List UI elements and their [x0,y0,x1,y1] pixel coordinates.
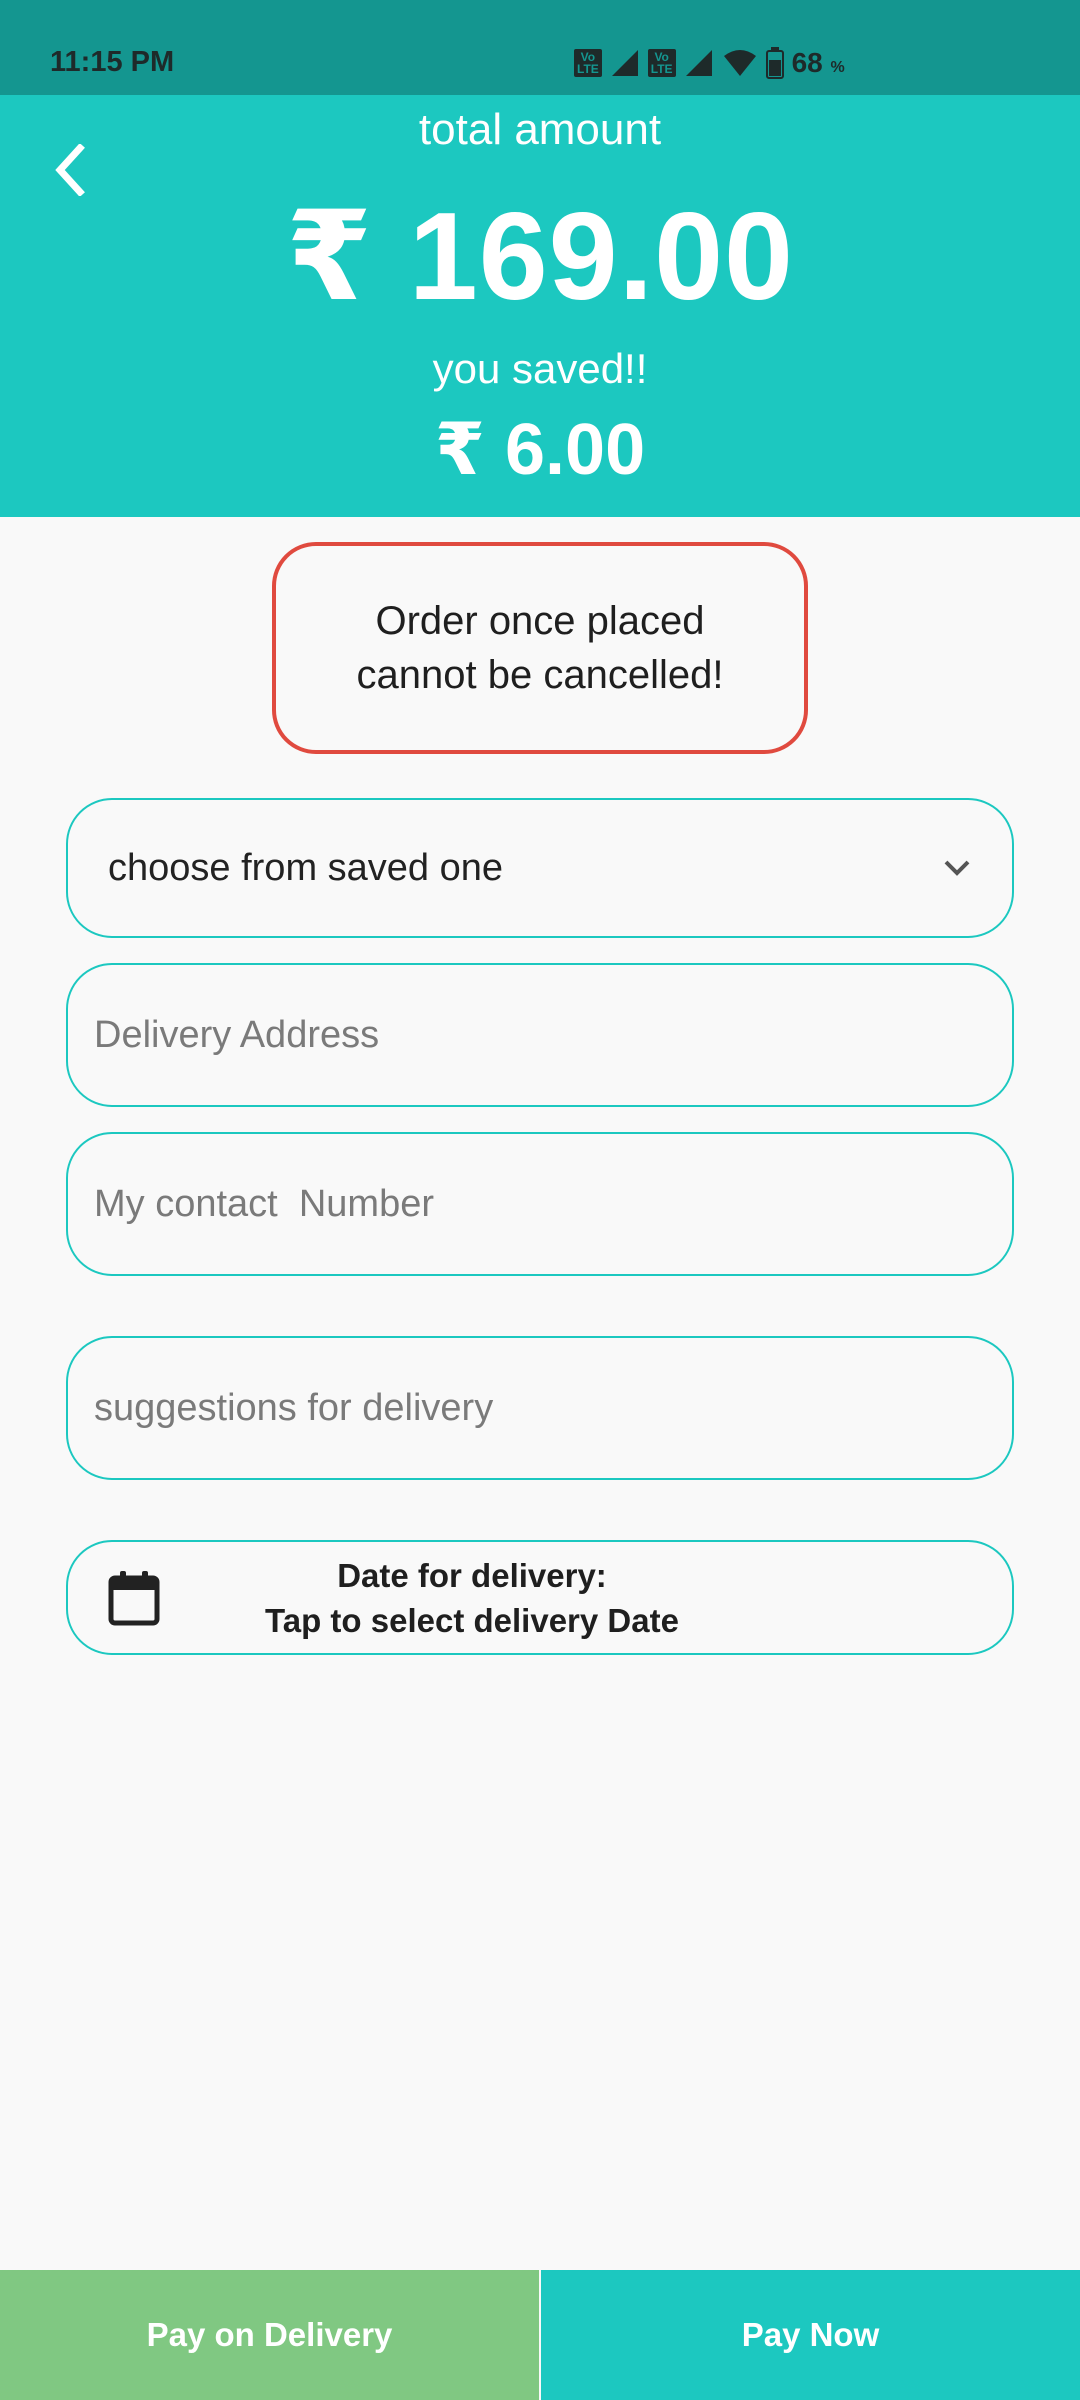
contact-number-field[interactable] [66,1132,1014,1276]
battery-icon [765,47,784,79]
chevron-down-icon [944,860,970,876]
delivery-date-label: Date for delivery: [337,1556,607,1594]
total-amount-label: total amount [418,105,662,154]
volte-icon: Vo LTE [574,49,602,77]
wifi-icon [723,50,756,76]
delivery-suggestions-input[interactable] [68,1386,1012,1430]
status-icons: Vo LTE Vo LTE 68 % [574,46,845,80]
notice-line-1: Order once placed [375,599,705,643]
delivery-date-text: Date for delivery: Tap to select deliver… [188,1553,756,1643]
signal-icon-2 [685,50,712,76]
calendar-icon [108,1570,160,1625]
pay-on-delivery-button[interactable]: Pay on Delivery [0,2270,539,2400]
notice-line-2: cannot be cancelled! [356,653,724,697]
saved-label: you saved!! [432,345,648,392]
delivery-address-field[interactable] [66,963,1014,1107]
saved-address-dropdown[interactable]: choose from saved one [66,798,1014,938]
cancellation-notice: Order once placed cannot be cancelled! [272,542,808,754]
saved-amount-value: ₹ 6.00 [434,410,646,490]
total-amount-value: ₹ 169.00 [286,188,794,326]
status-time: 11:15 PM [50,46,175,78]
delivery-date-hint: Tap to select delivery Date [265,1601,679,1639]
battery-percent: 68 % [791,47,845,78]
order-summary-header: total amount ₹ 169.00 you saved!! ₹ 6.00 [0,95,1080,517]
delivery-address-input[interactable] [68,1013,1012,1057]
contact-number-input[interactable] [68,1182,1012,1226]
delivery-date-picker[interactable]: Date for delivery: Tap to select deliver… [66,1540,1014,1655]
pay-now-button[interactable]: Pay Now [541,2270,1080,2400]
delivery-suggestions-field[interactable] [66,1336,1014,1480]
saved-address-dropdown-label: choose from saved one [108,846,504,889]
status-bar: 11:15 PM Vo LTE Vo LTE 68 % [0,0,1080,95]
volte-icon-2: Vo LTE [647,49,676,77]
signal-icon [611,50,638,76]
